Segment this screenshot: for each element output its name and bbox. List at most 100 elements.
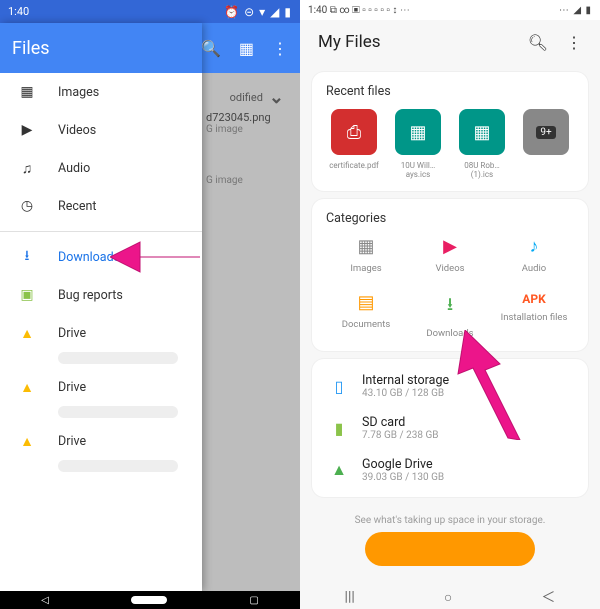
recent-file-name: 08U Rob…(1).ics bbox=[454, 161, 510, 179]
drive-account-redacted bbox=[0, 460, 202, 476]
drive-icon: ▲ bbox=[328, 460, 350, 480]
storage-internal[interactable]: ▯ Internal storage 43.10 GB / 128 GB bbox=[326, 365, 574, 407]
category-label: Installation files bbox=[501, 312, 568, 323]
drive-icon: ▲ bbox=[18, 379, 36, 396]
status-left-icons: ⧉ ∞ ▣ ▫ ▫ ▫ ▫ ▫ ↕ ⋯ bbox=[330, 5, 410, 16]
drawer-item-label: Videos bbox=[58, 123, 96, 138]
drawer-item-label: Audio bbox=[58, 161, 90, 176]
drawer-item-images[interactable]: ▦ Images bbox=[0, 73, 202, 111]
recents-button[interactable]: ||| bbox=[345, 589, 355, 605]
count-badge: 9+ bbox=[536, 126, 555, 139]
search-icon[interactable]: 🔍 bbox=[201, 39, 221, 58]
recent-icon: ◷ bbox=[18, 198, 36, 214]
audio-icon: ♫ bbox=[18, 160, 36, 177]
drawer-item-drive[interactable]: ▲ Drive bbox=[0, 422, 202, 460]
search-icon[interactable]: 🔍︎ bbox=[528, 33, 548, 52]
bug-icon: ▣ bbox=[18, 287, 36, 303]
page-title: My Files bbox=[318, 32, 381, 52]
pdf-icon: ⎙ bbox=[331, 109, 377, 155]
recent-file[interactable]: ▦ 10U Will…ays.ics bbox=[390, 109, 446, 179]
divider bbox=[0, 231, 202, 232]
videos-icon: ▶ bbox=[18, 122, 36, 138]
storage-size: 43.10 GB / 128 GB bbox=[362, 388, 449, 399]
drawer-title: Files bbox=[0, 23, 202, 73]
recent-file[interactable]: ▦ 08U Rob…(1).ics bbox=[454, 109, 510, 179]
phone-icon: ▯ bbox=[328, 377, 350, 396]
category-label: Videos bbox=[435, 263, 464, 274]
category-videos[interactable]: ▶ Videos bbox=[410, 236, 490, 274]
drawer-item-drive[interactable]: ▲ Drive bbox=[0, 314, 202, 352]
drive-icon: ▲ bbox=[18, 433, 36, 450]
category-images[interactable]: ▦ Images bbox=[326, 236, 406, 274]
status-time: 1:40 bbox=[8, 5, 29, 18]
category-documents[interactable]: ▤ Documents bbox=[326, 292, 406, 339]
chevron-down-icon[interactable]: ⌄ bbox=[269, 87, 284, 108]
images-icon: ▦ bbox=[357, 236, 374, 257]
sort-label[interactable]: odified bbox=[230, 91, 263, 104]
status-bar-left: 1:40 ⏰ ⊝ ▾ ◢ ▮ bbox=[0, 0, 300, 23]
storage-card: ▯ Internal storage 43.10 GB / 128 GB ▮ S… bbox=[312, 359, 588, 497]
drawer-item-label: Recent bbox=[58, 199, 97, 214]
sd-card-icon: ▮ bbox=[328, 419, 350, 438]
navigation-drawer: Files ▦ Images ▶ Videos ♫ Audio ◷ Recent… bbox=[0, 23, 202, 591]
drawer-item-label: Images bbox=[58, 85, 99, 100]
storage-tip-text: See what's taking up space in your stora… bbox=[300, 505, 600, 532]
grid-view-icon[interactable]: ▦ bbox=[239, 39, 254, 58]
storage-size: 7.78 GB / 238 GB bbox=[362, 430, 439, 441]
status-icons: ⏰ ⊝ ▾ ◢ ▮ bbox=[224, 5, 292, 19]
recent-files-card: Recent files ⎙ certificate.pdf ▦ 10U Wil… bbox=[312, 72, 588, 191]
category-label: Audio bbox=[522, 263, 546, 274]
category-audio[interactable]: ♪ Audio bbox=[494, 236, 574, 274]
drawer-item-label: Drive bbox=[58, 434, 86, 449]
back-button[interactable]: ＜ bbox=[541, 587, 555, 607]
recent-file-name: certificate.pdf bbox=[329, 161, 379, 170]
status-time: 1:40 bbox=[308, 5, 327, 16]
file-list-peek: odified ⌄ d723045.png G image G image bbox=[202, 73, 300, 591]
recents-button[interactable]: ▢ bbox=[249, 595, 258, 606]
drawer-item-bug-reports[interactable]: ▣ Bug reports bbox=[0, 276, 202, 314]
recent-file-name: 10U Will…ays.ics bbox=[390, 161, 446, 179]
more-thumbnail: 9+ bbox=[523, 109, 569, 155]
drawer-item-drive[interactable]: ▲ Drive bbox=[0, 368, 202, 406]
drawer-item-label: Drive bbox=[58, 380, 86, 395]
drawer-item-audio[interactable]: ♫ Audio bbox=[0, 149, 202, 187]
recent-more-button[interactable]: 9+ bbox=[518, 109, 574, 179]
storage-google-drive[interactable]: ▲ Google Drive 39.03 GB / 130 GB bbox=[326, 449, 574, 491]
navigation-bar-left: ◁ ▢ bbox=[0, 591, 300, 609]
home-button[interactable] bbox=[131, 596, 167, 604]
documents-icon: ▤ bbox=[357, 292, 374, 313]
calendar-icon: ▦ bbox=[395, 109, 441, 155]
analyze-storage-button[interactable] bbox=[365, 532, 535, 566]
videos-icon: ▶ bbox=[443, 236, 457, 257]
storage-sd-card[interactable]: ▮ SD card 7.78 GB / 238 GB bbox=[326, 407, 574, 449]
back-button[interactable]: ◁ bbox=[41, 595, 49, 606]
file-name[interactable]: d723045.png bbox=[206, 111, 300, 124]
storage-size: 39.03 GB / 130 GB bbox=[362, 472, 444, 483]
audio-icon: ♪ bbox=[530, 236, 539, 257]
drawer-item-label: Downloads bbox=[58, 250, 120, 265]
more-icon[interactable]: ⋮ bbox=[566, 33, 582, 52]
category-label: Downloads bbox=[426, 328, 473, 339]
drawer-item-downloads[interactable]: ⭳ Downloads bbox=[0, 238, 202, 276]
drive-icon: ▲ bbox=[18, 325, 36, 342]
app-bar-right: My Files 🔍︎ ⋮ bbox=[300, 20, 600, 64]
images-icon: ▦ bbox=[18, 84, 36, 100]
file-type: G image bbox=[206, 124, 300, 135]
card-heading: Categories bbox=[326, 211, 574, 226]
drive-account-redacted bbox=[0, 352, 202, 368]
drawer-item-recent[interactable]: ◷ Recent bbox=[0, 187, 202, 225]
home-button[interactable]: ○ bbox=[444, 589, 452, 606]
recent-file[interactable]: ⎙ certificate.pdf bbox=[326, 109, 382, 179]
storage-name: Google Drive bbox=[362, 457, 444, 472]
card-heading: Recent files bbox=[326, 84, 574, 99]
apk-icon: APK bbox=[522, 292, 545, 306]
file-type: G image bbox=[206, 175, 300, 186]
category-installation-files[interactable]: APK Installation files bbox=[494, 292, 574, 339]
category-downloads[interactable]: ⭳ Downloads bbox=[410, 292, 490, 339]
download-icon: ⭳ bbox=[447, 292, 453, 322]
download-icon: ⭳ bbox=[18, 245, 36, 269]
more-icon[interactable]: ⋮ bbox=[272, 39, 288, 58]
drive-account-redacted bbox=[0, 406, 202, 422]
category-label: Images bbox=[350, 263, 381, 274]
drawer-item-videos[interactable]: ▶ Videos bbox=[0, 111, 202, 149]
